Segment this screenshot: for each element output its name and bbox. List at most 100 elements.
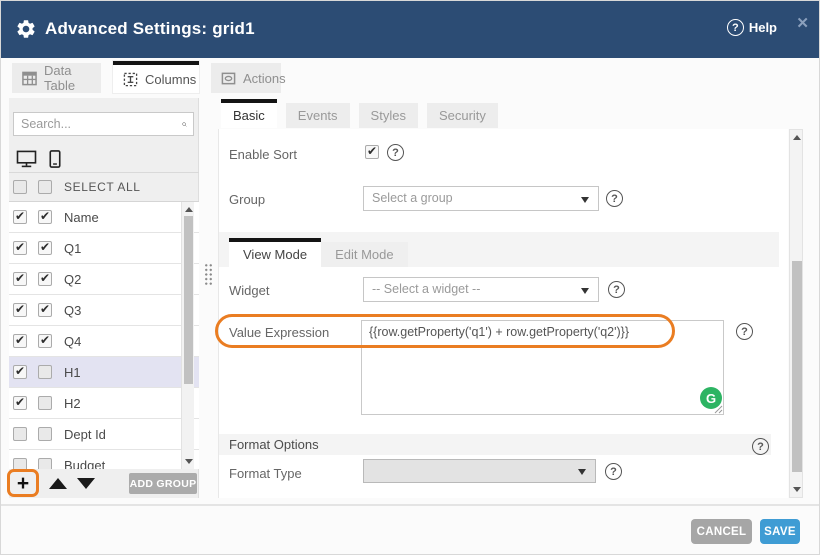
format-options-help-icon[interactable]: ? [752,438,769,455]
column-row-h2[interactable]: H2 [9,388,199,419]
panel-scrollbar[interactable] [789,129,803,498]
save-button[interactable]: SAVE [760,519,800,544]
enable-sort-checkbox[interactable] [365,145,379,159]
scroll-down-icon[interactable] [185,459,193,464]
cancel-button[interactable]: CANCEL [691,519,752,544]
widget-help-icon[interactable]: ? [608,281,625,298]
desktop-checkbox[interactable] [13,396,27,410]
mobile-checkbox[interactable] [38,458,52,469]
desktop-checkbox[interactable] [13,210,27,224]
move-down-button[interactable] [77,478,95,489]
value-expression-input[interactable]: {{row.getProperty('q1') + row.getPropert… [361,320,724,415]
tab-columns[interactable]: Columns [113,61,199,93]
desktop-checkbox[interactable] [13,303,27,317]
search-input[interactable] [14,117,182,131]
scrollbar-thumb[interactable] [792,261,802,472]
widget-select-value: -- Select a widget -- [372,282,480,296]
dialog-header: Advanced Settings: grid1 ? Help ✕ [1,1,820,58]
desktop-icon[interactable] [16,150,37,168]
group-label: Group [229,192,265,207]
search-box [13,112,194,136]
enable-sort-help-icon[interactable]: ? [387,144,404,161]
desktop-checkbox[interactable] [13,458,27,469]
desktop-checkbox[interactable] [13,272,27,286]
search-icon[interactable] [182,117,187,132]
format-type-select[interactable] [363,459,596,483]
tab-events[interactable]: Events [286,103,350,128]
select-all-row: SELECT ALL [9,173,199,202]
mobile-checkbox[interactable] [38,427,52,441]
mobile-checkbox[interactable] [38,241,52,255]
scroll-up-icon[interactable] [793,135,801,140]
widget-label: Widget [229,283,269,298]
add-column-button[interactable]: + [7,469,39,497]
widget-select[interactable]: -- Select a widget -- [363,277,599,302]
device-toggle-row [9,145,199,173]
column-label: Name [64,210,99,225]
help-button[interactable]: ? Help [727,19,777,36]
panel-resize-handle[interactable] [204,263,213,286]
scroll-up-icon[interactable] [185,207,193,212]
columns-sidebar: SELECT ALL Name Q1 Q2 Q3 Q4 H1 H2 Dept I… [9,98,199,498]
move-up-button[interactable] [49,478,67,489]
chevron-down-icon [578,469,586,475]
column-row-dept-id[interactable]: Dept Id [9,419,199,450]
mobile-checkbox[interactable] [38,396,52,410]
tab-data-table[interactable]: Data Table [12,63,101,93]
select-all-mobile-checkbox[interactable] [38,180,52,194]
resize-handle-icon[interactable] [714,405,723,414]
sidebar-scrollbar[interactable] [181,202,194,469]
mobile-checkbox[interactable] [38,365,52,379]
mobile-checkbox[interactable] [38,334,52,348]
advanced-settings-dialog: Advanced Settings: grid1 ? Help ✕ Data T… [0,0,820,555]
column-label: H1 [64,365,81,380]
close-icon[interactable]: ✕ [796,14,809,32]
format-type-label: Format Type [229,466,302,481]
column-row-name[interactable]: Name [9,202,199,233]
column-row-budget[interactable]: Budget [9,450,199,469]
tab-basic[interactable]: Basic [221,99,277,128]
column-row-q3[interactable]: Q3 [9,295,199,326]
mobile-checkbox[interactable] [38,303,52,317]
desktop-checkbox[interactable] [13,427,27,441]
group-select[interactable]: Select a group [363,186,599,211]
column-label: Q4 [64,334,81,349]
scrollbar-thumb[interactable] [184,216,193,384]
gear-icon [15,18,37,40]
group-select-value: Select a group [372,191,453,205]
column-row-h1[interactable]: H1 [9,357,199,388]
format-type-help-icon[interactable]: ? [605,463,622,480]
data-table-icon [22,71,37,86]
columns-icon [123,72,138,87]
desktop-checkbox[interactable] [13,241,27,255]
dialog-title: Advanced Settings: grid1 [45,19,255,39]
column-list: Name Q1 Q2 Q3 Q4 H1 H2 Dept Id Budget [9,202,199,469]
select-all-desktop-checkbox[interactable] [13,180,27,194]
tab-security[interactable]: Security [427,103,498,128]
tab-edit-mode[interactable]: Edit Mode [321,242,408,267]
column-row-q4[interactable]: Q4 [9,326,199,357]
column-row-q2[interactable]: Q2 [9,264,199,295]
desktop-checkbox[interactable] [13,365,27,379]
desktop-checkbox[interactable] [13,334,27,348]
actions-icon [221,71,236,86]
column-label: Dept Id [64,427,106,442]
column-row-q1[interactable]: Q1 [9,233,199,264]
column-label: Q2 [64,272,81,287]
mobile-checkbox[interactable] [38,210,52,224]
format-options-section: Format Options [219,434,771,455]
mobile-checkbox[interactable] [38,272,52,286]
scroll-down-icon[interactable] [793,487,801,492]
column-label: Q1 [64,241,81,256]
group-help-icon[interactable]: ? [606,190,623,207]
panel-tabs: Basic Events Styles Security [221,99,498,128]
tab-view-mode[interactable]: View Mode [229,238,321,267]
mobile-icon[interactable] [49,150,61,168]
tab-actions[interactable]: Actions [211,63,281,93]
chevron-down-icon [581,288,589,294]
tab-actions-label: Actions [243,71,286,86]
add-group-button[interactable]: ADD GROUP [129,473,197,494]
value-expression-help-icon[interactable]: ? [736,323,753,340]
footer-divider [1,504,820,506]
tab-styles[interactable]: Styles [359,103,418,128]
